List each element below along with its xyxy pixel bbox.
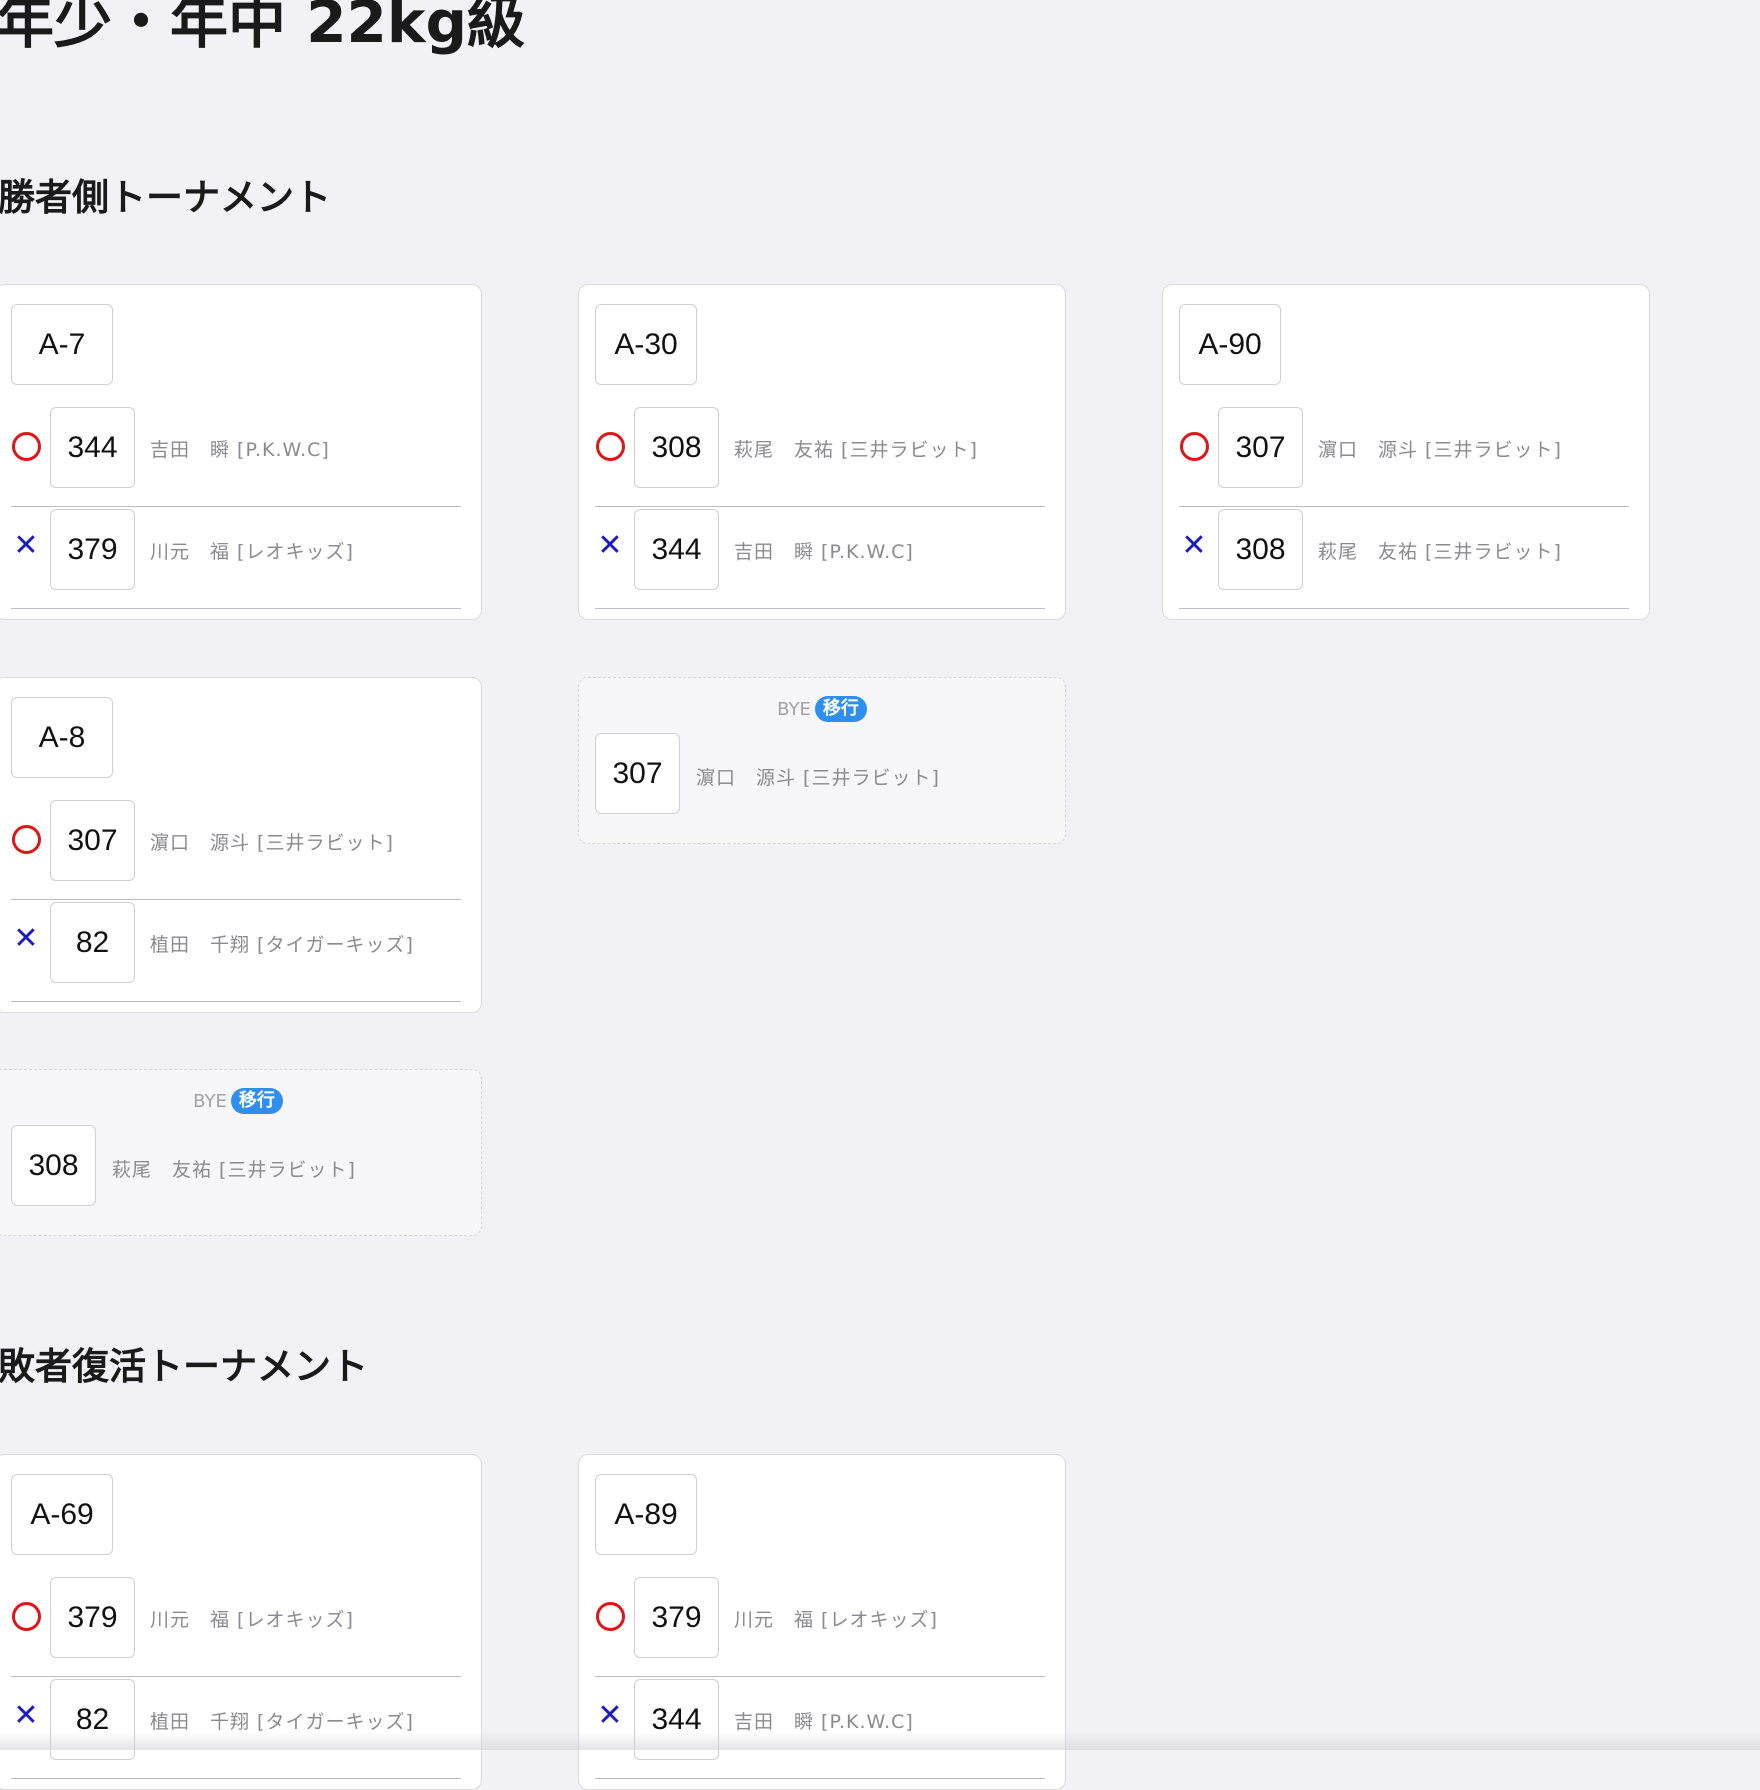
- winners-section-heading: 勝者側トーナメント: [0, 176, 331, 219]
- player-name: 川元 福 [レオキッズ]: [150, 1609, 354, 1631]
- circle-mark-icon: [11, 824, 41, 854]
- match-card: A-90 307 濵口 源斗 [三井ラビット] ✕ 308 萩尾 友祐 [三井ラ…: [1162, 284, 1650, 620]
- player-name: 川元 福 [レオキッズ]: [734, 1609, 938, 1631]
- loser-row: ✕ 344 吉田 瞬 [P.K.W.C]: [595, 507, 1045, 609]
- match-card: A-8 307 濵口 源斗 [三井ラビット] ✕ 82 植田 千翔 [タイガーキ…: [0, 677, 482, 1013]
- transfer-badge: 移行: [814, 696, 867, 722]
- match-card: A-7 344 吉田 瞬 [P.K.W.C] ✕ 379 川元 福 [レオキッズ…: [0, 284, 482, 620]
- player-name: 濵口 源斗 [三井ラビット]: [696, 767, 940, 789]
- winner-row: 308 萩尾 友祐 [三井ラビット]: [595, 405, 1045, 507]
- bye-header: BYE 移行: [579, 696, 1065, 722]
- circle-mark-icon: [11, 431, 41, 461]
- loser-row: ✕ 344 吉田 瞬 [P.K.W.C]: [595, 1677, 1045, 1779]
- circle-mark-icon: [595, 1601, 625, 1631]
- winner-row: 344 吉田 瞬 [P.K.W.C]: [11, 405, 461, 507]
- player-number[interactable]: 308: [11, 1125, 96, 1206]
- losers-section-heading: 敗者復活トーナメント: [0, 1345, 368, 1388]
- match-card: A-30 308 萩尾 友祐 [三井ラビット] ✕ 344 吉田 瞬 [P.K.…: [578, 284, 1066, 620]
- player-name: 川元 福 [レオキッズ]: [150, 541, 354, 563]
- loser-row: ✕ 379 川元 福 [レオキッズ]: [11, 507, 461, 609]
- circle-mark-icon: [1179, 431, 1209, 461]
- player-number[interactable]: 344: [50, 407, 135, 488]
- player-name: 濵口 源斗 [三井ラビット]: [150, 832, 394, 854]
- bye-card: BYE 移行 308 萩尾 友祐 [三井ラビット]: [0, 1069, 482, 1236]
- bye-label: BYE: [193, 1090, 227, 1112]
- match-id[interactable]: A-69: [11, 1474, 113, 1555]
- player-name: 吉田 瞬 [P.K.W.C]: [734, 1711, 914, 1733]
- bye-header: BYE 移行: [0, 1088, 481, 1114]
- cross-mark-icon: ✕: [13, 528, 39, 563]
- player-name: 植田 千翔 [タイガーキッズ]: [150, 1711, 414, 1733]
- winner-row: 307 濵口 源斗 [三井ラビット]: [1179, 405, 1629, 507]
- match-id[interactable]: A-90: [1179, 304, 1281, 385]
- cross-mark-icon: ✕: [13, 1698, 39, 1733]
- page-title: 年少・年中 22kg級: [0, 0, 525, 56]
- match-id[interactable]: A-30: [595, 304, 697, 385]
- cross-mark-icon: ✕: [597, 528, 623, 563]
- bye-label: BYE: [777, 698, 811, 720]
- winner-row: 379 川元 福 [レオキッズ]: [595, 1575, 1045, 1677]
- winner-row: 379 川元 福 [レオキッズ]: [11, 1575, 461, 1677]
- cross-mark-icon: ✕: [1181, 528, 1207, 563]
- player-number[interactable]: 307: [1218, 407, 1303, 488]
- loser-row: ✕ 82 植田 千翔 [タイガーキッズ]: [11, 1677, 461, 1779]
- player-name: 萩尾 友祐 [三井ラビット]: [1318, 541, 1562, 563]
- player-name: 濵口 源斗 [三井ラビット]: [1318, 439, 1562, 461]
- player-name: 吉田 瞬 [P.K.W.C]: [150, 439, 330, 461]
- player-number[interactable]: 82: [50, 902, 135, 983]
- loser-row: ✕ 308 萩尾 友祐 [三井ラビット]: [1179, 507, 1629, 609]
- cross-mark-icon: ✕: [597, 1698, 623, 1733]
- cross-mark-icon: ✕: [13, 921, 39, 956]
- player-number[interactable]: 379: [50, 509, 135, 590]
- player-number[interactable]: 308: [634, 407, 719, 488]
- player-number[interactable]: 344: [634, 509, 719, 590]
- circle-mark-icon: [595, 431, 625, 461]
- player-name: 萩尾 友祐 [三井ラビット]: [734, 439, 978, 461]
- player-number[interactable]: 379: [50, 1577, 135, 1658]
- match-id[interactable]: A-8: [11, 697, 113, 778]
- player-name: 植田 千翔 [タイガーキッズ]: [150, 934, 414, 956]
- player-number[interactable]: 307: [595, 733, 680, 814]
- match-id[interactable]: A-89: [595, 1474, 697, 1555]
- loser-row: ✕ 82 植田 千翔 [タイガーキッズ]: [11, 900, 461, 1002]
- player-number[interactable]: 307: [50, 800, 135, 881]
- winner-row: 307 濵口 源斗 [三井ラビット]: [11, 798, 461, 900]
- circle-mark-icon: [11, 1601, 41, 1631]
- transfer-badge: 移行: [230, 1088, 283, 1114]
- bye-card: BYE 移行 307 濵口 源斗 [三井ラビット]: [578, 677, 1066, 844]
- player-name: 吉田 瞬 [P.K.W.C]: [734, 541, 914, 563]
- player-number[interactable]: 379: [634, 1577, 719, 1658]
- player-number[interactable]: 308: [1218, 509, 1303, 590]
- player-name: 萩尾 友祐 [三井ラビット]: [112, 1159, 356, 1181]
- bottom-edge-shadow: [0, 1732, 1760, 1750]
- match-id[interactable]: A-7: [11, 304, 113, 385]
